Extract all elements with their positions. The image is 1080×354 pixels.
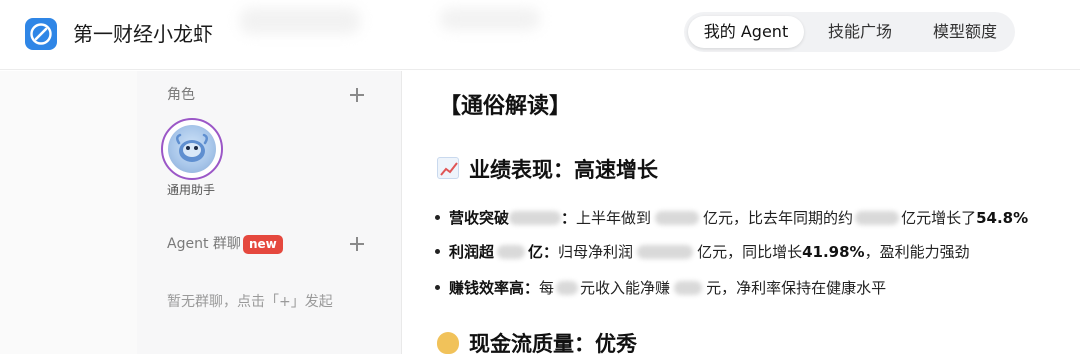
- redacted-value: [497, 245, 526, 259]
- avatar-image: [168, 125, 216, 173]
- empty-group-hint: 暂无群聊，点击「+」发起: [167, 294, 333, 310]
- tab-my-agent[interactable]: 我的 Agent: [688, 16, 804, 48]
- bullet-colon: ：: [561, 209, 577, 227]
- bullet-value: 41.98%: [802, 243, 865, 261]
- money-bag-icon: [437, 332, 459, 354]
- bullet-text: 亿元增长了: [901, 209, 977, 227]
- bullet-text: ，盈利能力强劲: [864, 243, 970, 261]
- assistant-avatar[interactable]: [161, 118, 223, 180]
- list-item: 赚钱效率高：每 元收入能净赚 元，净利率保持在健康水平: [435, 276, 886, 300]
- chart-increasing-icon: [437, 157, 459, 179]
- bullet-dot: [435, 249, 440, 254]
- redacted-value: [855, 211, 900, 225]
- bullet-dot: [435, 215, 440, 220]
- bullet-label: 亿: [528, 243, 544, 261]
- left-gutter: [0, 71, 137, 354]
- redacted-value: [556, 281, 579, 295]
- section-cashflow-title: 现金流质量：优秀: [437, 329, 637, 354]
- blurred-region: [240, 8, 360, 34]
- redacted-value: [509, 211, 562, 225]
- section-performance-title: 业绩表现：高速增长: [437, 155, 658, 185]
- section-cashflow-text: 现金流质量：优秀: [469, 332, 637, 354]
- add-role-plus-icon[interactable]: [347, 85, 367, 105]
- top-nav-tabs: 我的 Agent 技能广场 模型额度: [684, 12, 1015, 52]
- bullet-label: 营收突破: [449, 209, 510, 227]
- bullet-label: 利润超: [449, 243, 495, 261]
- app-logo-icon[interactable]: [25, 18, 57, 50]
- list-item: 营收突破 ：上半年做到 亿元，比去年同期的约 亿元增长了54.8%: [435, 206, 1028, 230]
- list-item: 利润超 亿：归母净利润 亿元，同比增长41.98%，盈利能力强劲: [435, 240, 970, 264]
- sidebar: 角色 通用助手 Agent 群聊 new 暂无群聊，点击「+」发起: [137, 71, 402, 354]
- blurred-region: [440, 8, 540, 30]
- bullet-colon: ：: [524, 279, 540, 297]
- bullet-text: 归母净利润: [558, 243, 634, 261]
- app-title: 第一财经小龙虾: [73, 22, 213, 46]
- bullet-label: 赚钱效率高: [449, 279, 525, 297]
- bullet-text: 亿元，同比增长: [697, 243, 803, 261]
- tab-skill-square[interactable]: 技能广场: [812, 16, 908, 48]
- new-badge: new: [243, 235, 283, 254]
- bullet-text: 亿元，比去年同期的约: [703, 209, 854, 227]
- bullet-dot: [435, 285, 440, 290]
- bullet-text: 元，净利率保持在健康水平: [706, 279, 887, 297]
- tab-model-quota[interactable]: 模型额度: [918, 16, 1012, 48]
- top-bar: 第一财经小龙虾 我的 Agent 技能广场 模型额度: [0, 0, 1080, 70]
- roles-label: 角色: [167, 87, 195, 103]
- redacted-value: [655, 211, 700, 225]
- add-group-plus-icon[interactable]: [347, 234, 367, 254]
- redacted-value: [637, 245, 694, 259]
- bullet-text: 上半年做到: [576, 209, 652, 227]
- bullet-colon: ：: [543, 243, 559, 261]
- section-performance-text: 业绩表现：高速增长: [469, 158, 658, 182]
- bullet-text: 元收入能净赚: [580, 279, 671, 297]
- main-content: 【通俗解读】 业绩表现：高速增长 营收突破 ：上半年做到 亿元，比去年同期的约 亿元增…: [403, 71, 1080, 354]
- bullet-value: 54.8%: [976, 209, 1029, 227]
- redacted-value: [674, 281, 703, 295]
- group-chat-label: Agent 群聊: [167, 236, 241, 252]
- content-heading: 【通俗解读】: [439, 94, 572, 119]
- assistant-name[interactable]: 通用助手: [167, 182, 215, 198]
- bullet-text: 每: [539, 279, 555, 297]
